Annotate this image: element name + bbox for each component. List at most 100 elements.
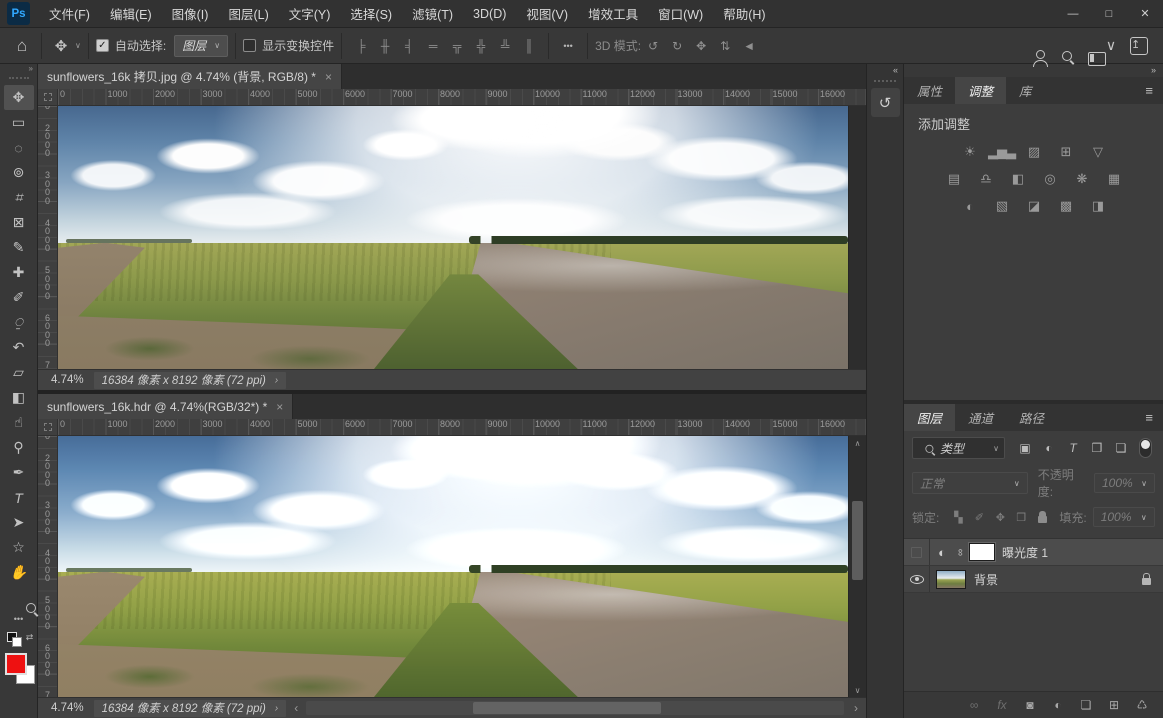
filter-shape-layers-icon[interactable]: ❒ [1087, 438, 1107, 458]
panel-menu-icon[interactable]: ≡ [1135, 404, 1163, 431]
auto-select-checkbox[interactable]: ✓ [95, 39, 109, 52]
layer-name[interactable]: 背景 [974, 571, 1142, 588]
new-group-icon[interactable]: ❏ [1075, 695, 1097, 715]
tool-move[interactable]: ✥ [3, 85, 34, 110]
doc2-horizontal-ruler[interactable]: 0 1000 2000 3000 4000 5000 6000 7000 8000 9000 100… [58, 419, 866, 436]
filter-adjustment-layers-icon[interactable]: ◐ [1039, 438, 1059, 458]
layer-row-background[interactable]: 背景 [904, 566, 1163, 593]
tab-properties[interactable]: 属性 [904, 77, 955, 104]
doc1-tab[interactable]: sunflowers_16k 拷贝.jpg @ 4.74% (背景, RGB/8… [38, 64, 342, 89]
edit-toolbar-icon[interactable]: ••• [4, 610, 34, 628]
lock-transparency-icon[interactable]: ▚ [951, 509, 965, 525]
delete-layer-icon[interactable]: ♺ [1131, 695, 1153, 715]
filter-toggle[interactable] [1135, 438, 1155, 458]
tool-type[interactable]: T [4, 485, 34, 510]
tool-shape[interactable]: ☆ [4, 535, 34, 560]
distribute-v-icon[interactable]: ║ [517, 34, 541, 58]
adj-posterize-icon[interactable]: ▧ [992, 197, 1012, 215]
doc2-horizontal-scrollbar[interactable] [306, 701, 844, 715]
layer-filter-dropdown[interactable]: 类型 ∨ [912, 437, 1005, 459]
more-options-icon[interactable]: ••• [556, 37, 580, 55]
3d-camera-icon[interactable]: ◄ [737, 34, 761, 58]
align-top-icon[interactable]: ╦ [445, 34, 469, 58]
layer-mask-thumbnail[interactable] [968, 542, 996, 562]
lock-position-icon[interactable]: ✥ [993, 509, 1007, 525]
close-icon[interactable]: × [276, 400, 283, 414]
align-center-h-icon[interactable]: ╫ [373, 34, 397, 58]
collapse-panels-icon[interactable]: « [867, 64, 903, 77]
doc2-vertical-ruler[interactable]: 1000200030004000500060007000 [38, 436, 58, 697]
menu-item[interactable]: 选择(S) [340, 0, 402, 27]
lock-pixels-icon[interactable]: ✐ [972, 509, 986, 525]
swap-colors-icon[interactable]: ⇄ [26, 632, 34, 643]
tool-eyedropper[interactable]: ✎ [4, 235, 34, 260]
3d-orbit-icon[interactable]: ↺ [641, 34, 665, 58]
canvas-doc2[interactable] [58, 436, 848, 697]
tool-object-selection[interactable]: ⊚ [4, 160, 34, 185]
visibility-toggle[interactable] [904, 539, 930, 565]
menu-item[interactable]: 滤镜(T) [402, 0, 463, 27]
3d-pan-icon[interactable]: ✥ [689, 34, 713, 58]
filter-smart-objects-icon[interactable]: ❏ [1111, 438, 1131, 458]
adj-gradient-map-icon[interactable]: ▩ [1056, 197, 1076, 215]
menu-item[interactable]: 文字(Y) [279, 0, 341, 27]
adj-exposure-icon[interactable]: ⊞ [1056, 143, 1076, 161]
filter-type-layers-icon[interactable]: T [1063, 438, 1083, 458]
mask-link-icon[interactable]: ∞ [955, 546, 966, 558]
doc2-vertical-scrollbar[interactable]: ∧ ∨ [848, 436, 866, 697]
adj-black-white-icon[interactable]: ◧ [1008, 170, 1028, 188]
adj-channel-mixer-icon[interactable]: ❋ [1072, 170, 1092, 188]
toolbar-grip[interactable] [8, 77, 29, 83]
scroll-right-icon[interactable]: › [846, 701, 866, 715]
canvas-doc1[interactable] [58, 106, 848, 369]
layer-thumbnail[interactable] [936, 569, 966, 589]
menu-item[interactable]: 视图(V) [516, 0, 578, 27]
foreground-color-swatch[interactable] [4, 653, 27, 675]
home-icon[interactable]: ⌂ [10, 33, 34, 59]
adj-vibrance-icon[interactable]: ▽ [1088, 143, 1108, 161]
adj-color-lookup-icon[interactable]: ▦ [1104, 170, 1124, 188]
adj-levels-icon[interactable]: ▂▅▃ [988, 143, 1016, 161]
tool-crop[interactable]: ⌗ [4, 185, 34, 210]
tool-history-brush[interactable]: ↶ [4, 335, 34, 360]
menu-item[interactable]: 文件(F) [39, 0, 100, 27]
toolbar-expand-icon[interactable]: » [0, 64, 37, 77]
tab-adjustments[interactable]: 调整 [955, 77, 1007, 104]
fill-dropdown[interactable]: 100% ∨ [1092, 507, 1155, 527]
doc2-tab[interactable]: sunflowers_16k.hdr @ 4.74%(RGB/32*) * × [38, 394, 294, 419]
3d-slide-icon[interactable]: ⇅ [713, 34, 737, 58]
menu-item[interactable]: 编辑(E) [100, 0, 162, 27]
adj-brightness-contrast-icon[interactable]: ☀ [960, 143, 980, 161]
adj-threshold-icon[interactable]: ◪ [1024, 197, 1044, 215]
adj-photo-filter-icon[interactable]: ◎ [1040, 170, 1060, 188]
tool-marquee[interactable]: ▭ [4, 110, 34, 135]
search-icon[interactable] [1041, 33, 1072, 61]
account-icon[interactable] [1013, 33, 1048, 67]
share-icon[interactable]: ↥ [1125, 33, 1153, 59]
scroll-left-icon[interactable]: ‹ [286, 701, 306, 715]
tool-gradient[interactable]: ◧ [4, 385, 34, 410]
tool-lasso[interactable]: ◌ [4, 135, 34, 160]
distribute-h-icon[interactable]: ═ [421, 34, 445, 58]
tool-clone-stamp[interactable]: ⍜ [4, 310, 34, 335]
new-layer-icon[interactable]: ⊞ [1103, 695, 1125, 715]
tool-pen[interactable]: ✒ [4, 460, 34, 485]
align-middle-icon[interactable]: ╬ [469, 34, 493, 58]
link-layers-icon[interactable]: ∞ [963, 695, 985, 715]
tool-dodge[interactable]: ⚲ [4, 435, 34, 460]
default-colors-icon[interactable] [6, 632, 23, 647]
tab-libraries[interactable]: 库 [1006, 77, 1045, 104]
layer-name[interactable]: 曝光度 1 [1002, 544, 1163, 561]
tool-brush[interactable]: ✐ [4, 285, 34, 310]
chevron-down-icon[interactable]: ∨ [75, 41, 81, 50]
add-layer-mask-icon[interactable]: ◙ [1019, 695, 1041, 715]
doc1-horizontal-ruler[interactable]: 0 1000 2000 3000 4000 5000 6000 7000 8000 9000 100… [58, 89, 866, 106]
show-transform-checkbox[interactable] [243, 39, 257, 52]
tab-paths[interactable]: 路径 [1006, 404, 1057, 431]
move-tool-preset-icon[interactable]: ✥ [49, 33, 73, 59]
adj-invert-icon[interactable]: ◐ [960, 197, 980, 215]
doc1-zoom-level[interactable]: 4.74% [38, 374, 94, 386]
lock-all-icon[interactable] [1035, 509, 1049, 525]
lock-artboard-icon[interactable]: ❒ [1014, 509, 1028, 525]
layer-row-exposure[interactable]: ◐ ∞ 曝光度 1 [904, 539, 1163, 566]
